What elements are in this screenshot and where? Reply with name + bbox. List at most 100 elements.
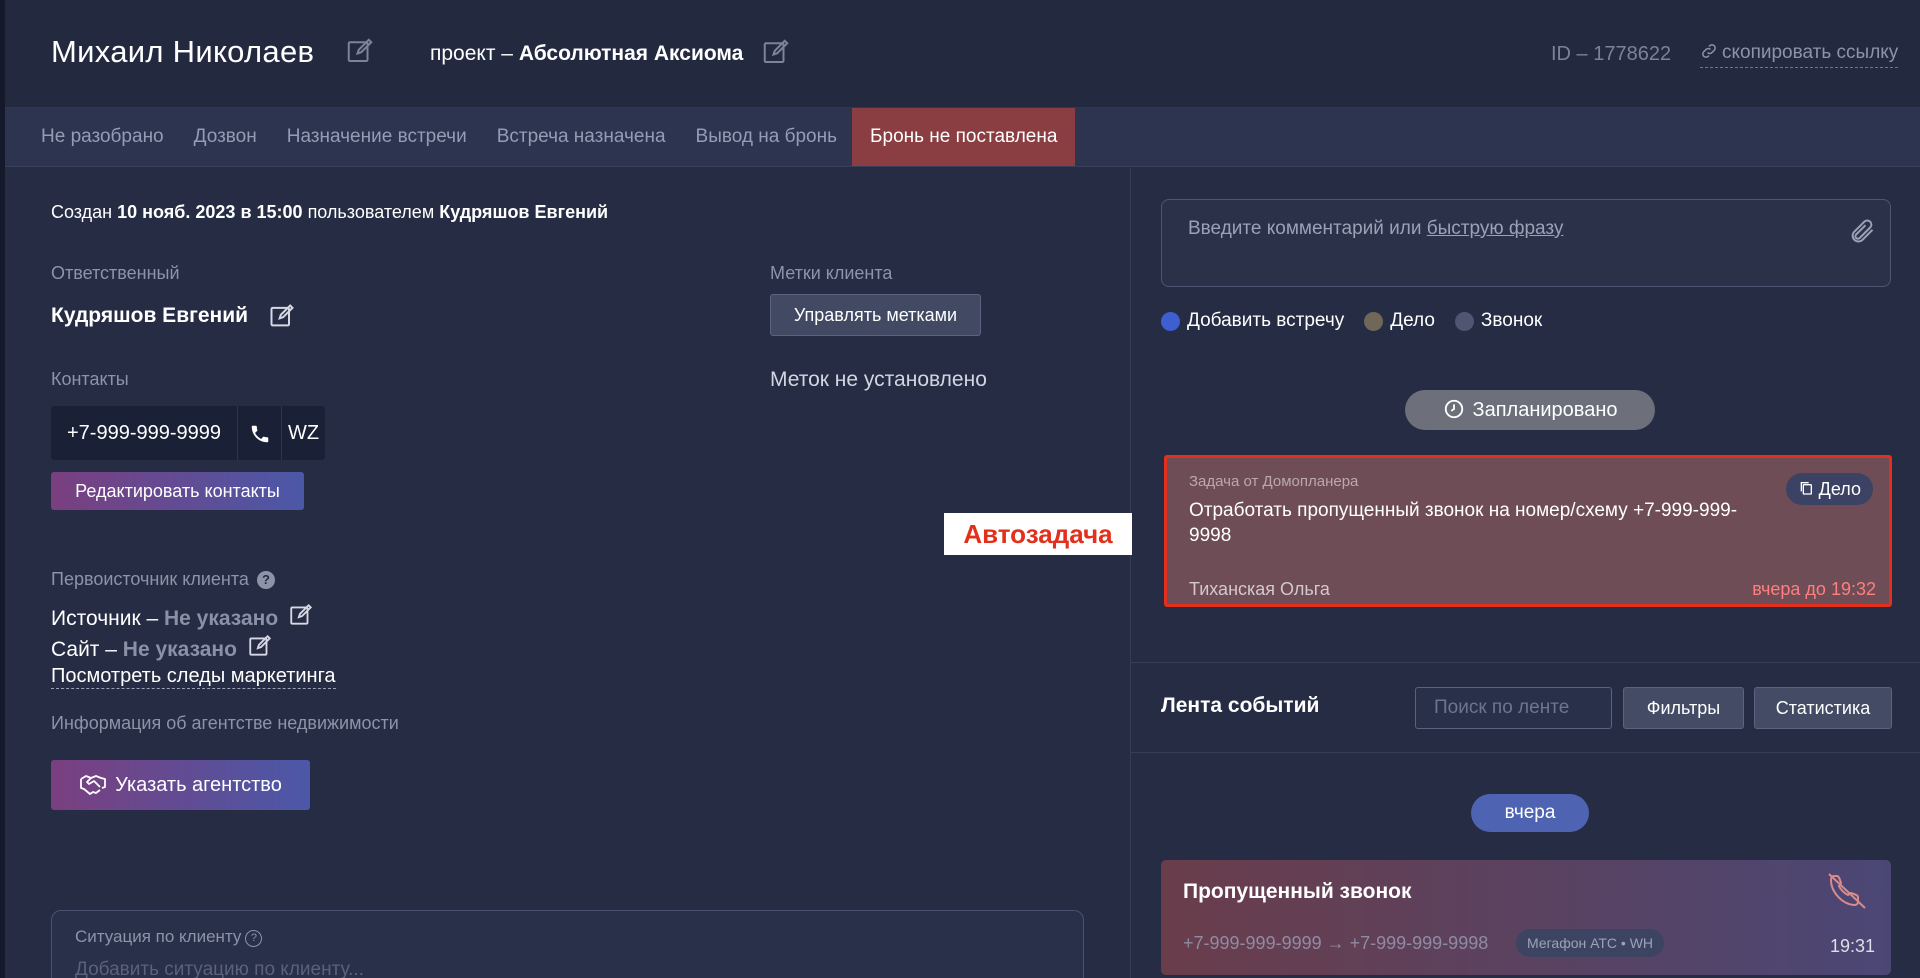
- attach-icon[interactable]: [1848, 216, 1876, 251]
- radio-call[interactable]: Звонок: [1454, 310, 1543, 332]
- missed-call-time: 19:31: [1829, 936, 1875, 956]
- phone-icon: [249, 422, 271, 444]
- clock-icon: [1443, 399, 1473, 421]
- no-tags-text: Меток не установлено: [770, 368, 987, 391]
- project-prefix: проект –: [430, 42, 519, 65]
- stage-tab-not-sorted[interactable]: Не разобрано: [26, 108, 179, 166]
- edit-name-icon[interactable]: [345, 36, 375, 66]
- created-mid: пользователем: [302, 202, 440, 222]
- radio-dot: [1364, 311, 1384, 331]
- activity-type-selector: Добавить встречу Дело Звонок: [1161, 310, 1562, 332]
- statistics-button[interactable]: Статистика: [1754, 687, 1892, 729]
- task-text: Отработать пропущенный звонок на номер/с…: [1189, 500, 1738, 546]
- situation-label: Ситуация по клиенту?: [75, 927, 263, 947]
- radio-task[interactable]: Дело: [1364, 310, 1435, 332]
- responsible-name: Кудряшов Евгений: [51, 304, 249, 327]
- edit-project-icon[interactable]: [761, 37, 791, 67]
- app-root: Михаил Николаев проект – Абсолютная Акси…: [0, 0, 1920, 978]
- missed-call-title: Пропущенный звонок: [1183, 880, 1412, 903]
- edit-contacts-button[interactable]: Редактировать контакты: [51, 472, 304, 510]
- feed-title: Лента событий: [1161, 694, 1320, 717]
- responsible-label: Ответственный: [51, 263, 180, 283]
- edit-source-icon[interactable]: [288, 602, 314, 628]
- client-name: Михаил Николаев: [51, 34, 315, 69]
- autotask-annotation: Автозадача: [944, 513, 1132, 555]
- planned-pill[interactable]: Запланировано: [1405, 390, 1655, 430]
- comment-placeholder-text: Введите комментарий или: [1188, 218, 1427, 239]
- created-prefix: Создан: [51, 202, 118, 222]
- created-date: 10 нояб. 2023 в 15:00: [117, 202, 303, 222]
- feed-search-input[interactable]: Поиск по ленте: [1415, 687, 1612, 729]
- marketing-traces-link[interactable]: Посмотреть следы маркетинга: [51, 665, 336, 689]
- call-button[interactable]: [237, 406, 281, 460]
- client-tags-label: Метки клиента: [770, 263, 893, 283]
- agency-info-label: Информация об агентстве недвижимости: [51, 713, 399, 733]
- edit-site-icon[interactable]: [247, 633, 273, 659]
- task-kind-badge[interactable]: Дело: [1785, 473, 1873, 505]
- radio-label: Добавить встречу: [1187, 310, 1345, 331]
- radio-dot: [1161, 311, 1180, 331]
- stage-tabs: Не разобрано Дозвон Назначение встречи В…: [5, 108, 1920, 167]
- radio-add-meeting[interactable]: Добавить встречу: [1161, 310, 1344, 332]
- site-value: Не указано: [122, 638, 237, 661]
- task-due: вчера до 19:32: [1752, 579, 1876, 599]
- manage-tags-button[interactable]: Управлять метками: [770, 294, 981, 336]
- task-source: Задача от Домопланера: [1189, 473, 1359, 490]
- copy-link-button[interactable]: скопировать ссылку: [1700, 42, 1899, 68]
- radio-label: Звонок: [1480, 310, 1543, 331]
- task-assignee: Тиханская Ольга: [1189, 579, 1330, 599]
- contact-phone-box: +7-999-999-9999 WZ: [51, 406, 326, 460]
- quick-phrase-link[interactable]: быструю фразу: [1427, 218, 1564, 239]
- project-line: проект – Абсолютная Аксиома: [430, 42, 743, 66]
- record-id: ID – 1778622: [1551, 43, 1672, 65]
- planned-label: Запланировано: [1472, 399, 1618, 421]
- source-origin-text: Первоисточник клиента: [51, 569, 249, 589]
- task-kind-label: Дело: [1818, 479, 1861, 499]
- telephony-badge: Мегафон АТС • WH: [1516, 929, 1665, 957]
- situation-field[interactable]: Ситуация по клиенту? Добавить ситуацию п…: [51, 910, 1084, 978]
- project-name: Абсолютная Аксиома: [518, 42, 744, 65]
- set-agency-label: Указать агентство: [115, 774, 282, 796]
- situation-label-text: Ситуация по клиенту: [75, 927, 242, 946]
- situation-placeholder: Добавить ситуацию по клиенту...: [75, 959, 364, 978]
- divider: [1131, 662, 1920, 663]
- created-info: Создан 10 нояб. 2023 в 15:00 пользовател…: [51, 202, 608, 223]
- site-label: Сайт –: [51, 638, 123, 661]
- handshake-icon: [79, 764, 107, 814]
- comment-input[interactable]: Введите комментарий или быструю фразу: [1161, 199, 1891, 287]
- missed-call-event[interactable]: Пропущенный звонок +7-999-999-9999 → +7-…: [1161, 860, 1891, 975]
- missed-call-icon: [1825, 870, 1871, 917]
- source-value: Не указано: [164, 607, 279, 630]
- radio-dot: [1454, 311, 1474, 331]
- comment-placeholder: Введите комментарий или быструю фразу: [1188, 218, 1563, 240]
- link-icon: [1700, 42, 1718, 66]
- stage-tab-to-booking[interactable]: Вывод на бронь: [681, 108, 852, 166]
- missed-call-route: +7-999-999-9999 → +7-999-999-9998: [1183, 933, 1489, 953]
- edit-responsible-icon[interactable]: [268, 302, 296, 330]
- contact-phone[interactable]: +7-999-999-9999: [51, 406, 237, 460]
- contacts-label: Контакты: [51, 369, 129, 389]
- created-user: Кудряшов Евгений: [439, 202, 609, 222]
- auto-task-card[interactable]: Задача от Домопланера Отработать пропуще…: [1164, 455, 1892, 607]
- header: Михаил Николаев проект – Абсолютная Акси…: [5, 0, 1920, 108]
- situation-help-icon[interactable]: ?: [245, 930, 263, 947]
- copy-link-label: скопировать ссылку: [1722, 42, 1899, 63]
- set-agency-button[interactable]: Указать агентство: [51, 760, 310, 810]
- stage-tab-meeting-set[interactable]: Встреча назначена: [482, 108, 681, 166]
- stage-tab-calling[interactable]: Дозвон: [179, 108, 272, 166]
- divider: [1131, 752, 1920, 753]
- radio-label: Дело: [1390, 310, 1435, 331]
- source-line: Источник – Не указано: [51, 602, 314, 631]
- site-line: Сайт – Не указано: [51, 633, 273, 662]
- filters-button[interactable]: Фильтры: [1623, 687, 1744, 729]
- activity-panel: Введите комментарий или быструю фразу До…: [1130, 168, 1920, 978]
- source-label: Источник –: [51, 607, 164, 630]
- day-separator: вчера: [1471, 794, 1589, 832]
- stage-tab-booking-not-set[interactable]: Бронь не поставлена: [852, 108, 1076, 166]
- whatsapp-button[interactable]: WZ: [281, 406, 325, 460]
- copy-icon: [1798, 479, 1819, 499]
- source-origin-label: Первоисточник клиента?: [51, 569, 275, 590]
- help-icon[interactable]: ?: [256, 571, 275, 589]
- client-info-panel: Создан 10 нояб. 2023 в 15:00 пользовател…: [5, 168, 1130, 978]
- stage-tab-scheduling[interactable]: Назначение встречи: [272, 108, 482, 166]
